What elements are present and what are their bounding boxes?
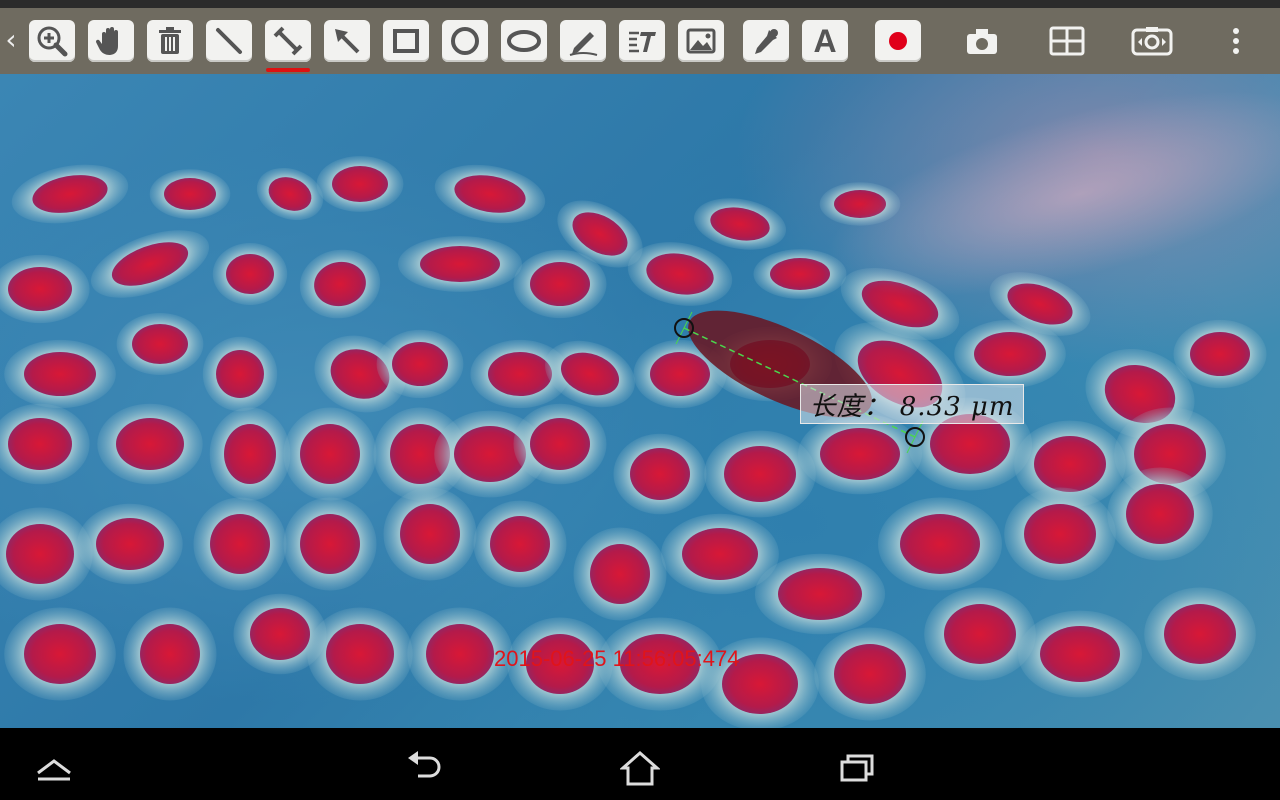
capture-timestamp: 2015-06-25 11:56:05:474 — [494, 646, 740, 671]
pan-tool-button[interactable] — [87, 18, 135, 64]
arrow-tool-button[interactable] — [323, 18, 371, 64]
pen-icon — [560, 20, 606, 62]
active-tool-indicator — [266, 68, 310, 72]
trash-icon — [147, 20, 193, 62]
zoom-tool-button[interactable] — [28, 18, 76, 64]
eyedropper-icon — [743, 20, 789, 62]
measure-line-icon — [265, 20, 311, 62]
text-icon: A — [802, 20, 848, 62]
rectangle-icon — [383, 20, 429, 62]
nav-up-button[interactable] — [18, 744, 90, 792]
text-tool-button[interactable]: A — [801, 18, 849, 64]
chevron-up-icon — [37, 759, 71, 781]
recents-icon — [840, 754, 874, 782]
overflow-menu-button[interactable] — [1214, 18, 1258, 64]
circle-tool-button[interactable] — [441, 18, 489, 64]
camera-switch-icon — [1129, 20, 1175, 62]
line-tool-button[interactable] — [205, 18, 253, 64]
rectangle-tool-button[interactable] — [382, 18, 430, 64]
delete-tool-button[interactable] — [146, 18, 194, 64]
annotation-toolbar: ‹ A — [0, 8, 1280, 74]
nav-home-button[interactable] — [604, 744, 676, 792]
zoom-icon — [29, 20, 75, 62]
circle-icon — [442, 20, 488, 62]
record-button[interactable] — [874, 18, 922, 64]
ellipse-tool-button[interactable] — [500, 18, 548, 64]
status-strip — [0, 0, 1280, 8]
line-icon — [206, 20, 252, 62]
overflow-menu-icon — [1214, 20, 1258, 62]
record-icon — [875, 20, 921, 62]
text-style-icon — [619, 20, 665, 62]
arrow-icon — [324, 20, 370, 62]
eyedropper-tool-button[interactable] — [742, 18, 790, 64]
freehand-tool-button[interactable] — [559, 18, 607, 64]
image-icon — [678, 20, 724, 62]
back-chevron-icon[interactable]: ‹ — [0, 16, 22, 64]
nav-recents-button[interactable] — [820, 744, 892, 792]
nav-back-button[interactable] — [388, 744, 460, 792]
android-navigation-bar — [0, 736, 1280, 800]
back-icon — [408, 751, 441, 778]
measurement-end-tick-end — [906, 420, 924, 454]
hand-icon — [88, 20, 134, 62]
grid-icon — [1044, 20, 1090, 62]
snapshot-icon — [959, 20, 1005, 62]
measurement-end-tick-start — [675, 311, 693, 345]
snapshot-button[interactable] — [958, 18, 1006, 64]
camera-switch-button[interactable] — [1128, 18, 1176, 64]
grid-button[interactable] — [1043, 18, 1091, 64]
microscope-live-view[interactable] — [0, 74, 1280, 728]
image-tool-button[interactable] — [677, 18, 725, 64]
measurement-length-label[interactable]: 长度： 8.33 μm — [800, 384, 1024, 424]
ellipse-icon — [501, 20, 547, 62]
measurement-overlay — [674, 311, 925, 454]
measure-line-tool-button[interactable] — [264, 18, 312, 72]
text-style-tool-button[interactable] — [618, 18, 666, 64]
home-icon — [620, 750, 660, 786]
